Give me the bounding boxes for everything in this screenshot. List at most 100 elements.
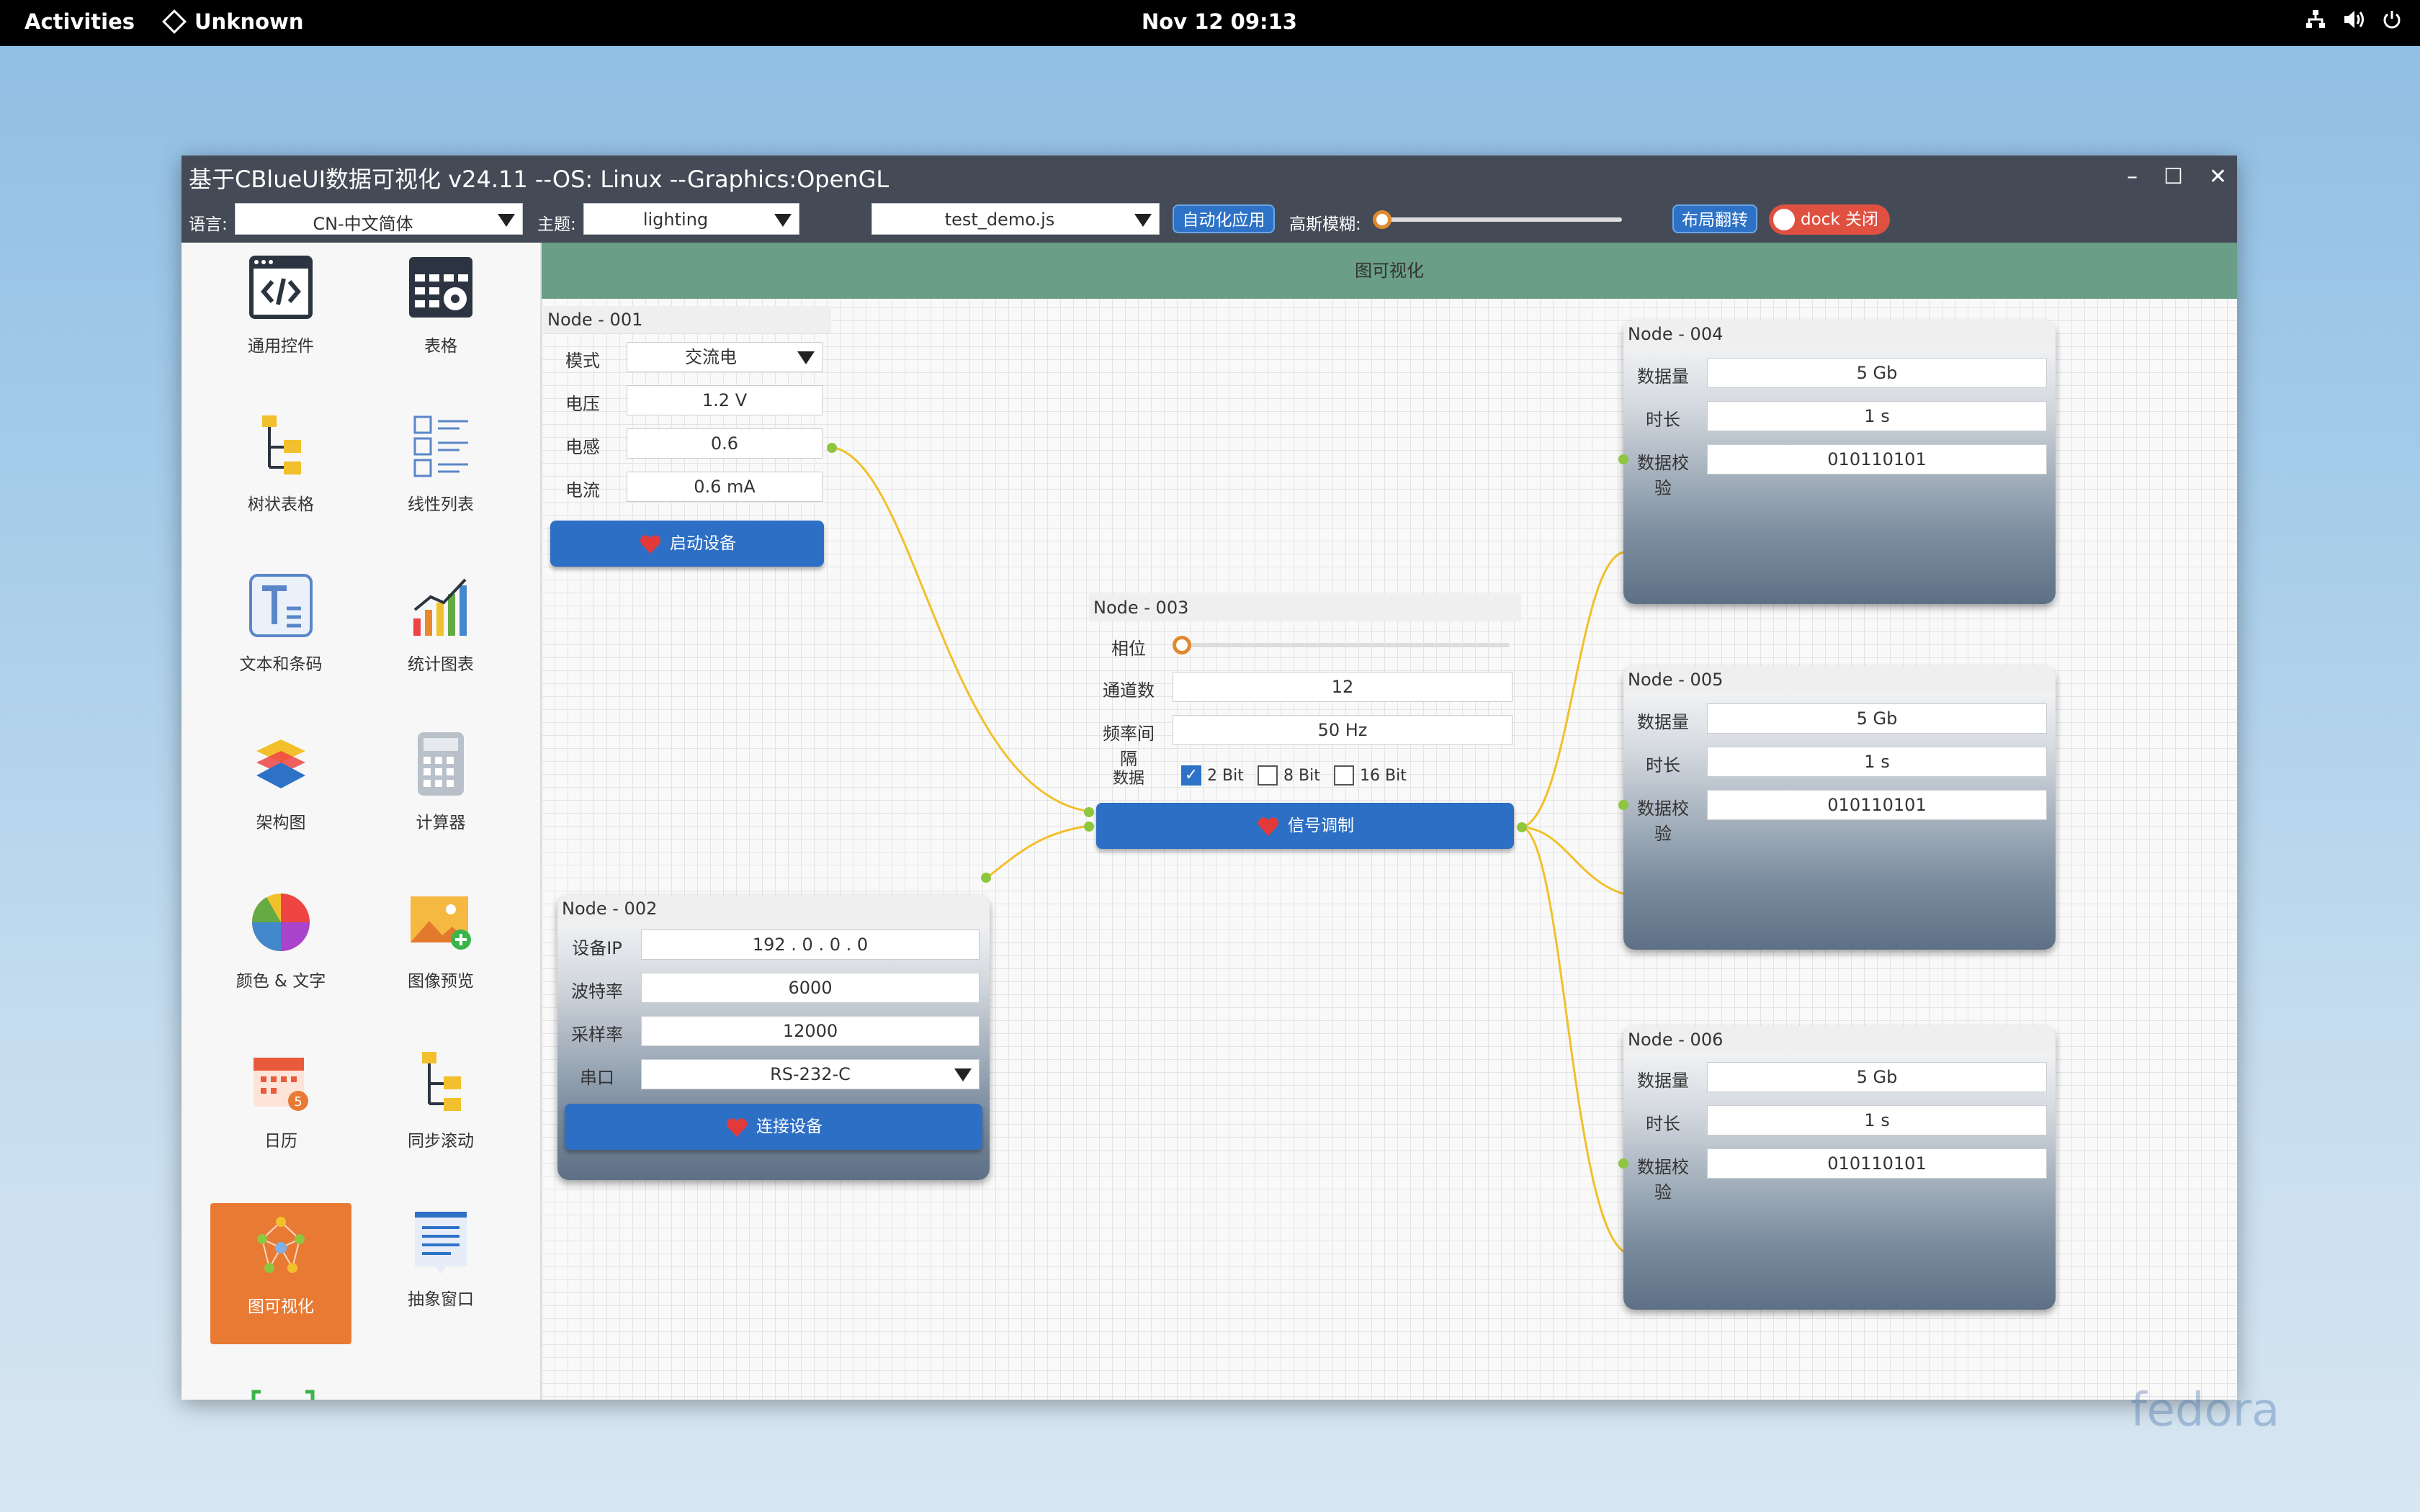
tree-table-icon bbox=[262, 415, 301, 474]
sidebar-item-statistics-chart[interactable]: 统计图表 bbox=[370, 561, 511, 702]
sidebar-item-tree-table[interactable]: 树状表格 bbox=[210, 401, 351, 542]
start-device-button[interactable]: 启动设备 bbox=[550, 521, 824, 567]
connect-device-button[interactable]: 连接设备 bbox=[565, 1104, 982, 1150]
duration-input[interactable]: 1 s bbox=[1707, 401, 2047, 431]
duration-input[interactable]: 1 s bbox=[1707, 747, 2047, 777]
input-port[interactable] bbox=[1618, 454, 1628, 464]
heart-icon bbox=[1258, 816, 1279, 836]
serial-port-select[interactable]: RS-232-C bbox=[641, 1059, 980, 1089]
node-row: 采样率 12000 bbox=[557, 1013, 990, 1048]
node-003[interactable]: Node - 003 相位 通道数 12 频率间隔 50 Hz 数据 ✓ 2 Bit … bbox=[1084, 594, 1527, 868]
node-title[interactable]: Node - 006 bbox=[1623, 1026, 2056, 1053]
checkbox-16bit[interactable] bbox=[1334, 765, 1354, 786]
node-title[interactable]: Node - 002 bbox=[557, 895, 990, 922]
output-port[interactable] bbox=[1517, 822, 1527, 832]
baud-rate-input[interactable]: 6000 bbox=[641, 973, 980, 1003]
title-bar[interactable]: 基于CBlueUI数据可视化 v24.11 --OS: Linux --Grap… bbox=[182, 156, 2237, 243]
maximize-button[interactable]: ☐ bbox=[2164, 164, 2183, 189]
script-select[interactable]: test_demo.js bbox=[871, 203, 1160, 235]
dock-toggle[interactable]: dock 关闭 bbox=[1769, 204, 1890, 235]
mode-select[interactable]: 交流电 bbox=[627, 342, 823, 372]
sidebar-item-common-controls[interactable]: 通用控件 bbox=[210, 243, 351, 384]
node-004[interactable]: Node - 004 数据量 5 Gb 时长 1 s 数据校验 010110101 bbox=[1618, 320, 2056, 604]
phase-slider-handle[interactable] bbox=[1173, 636, 1191, 654]
close-button[interactable]: ✕ bbox=[2209, 164, 2227, 189]
sidebar-item-linear-list[interactable]: 线性列表 bbox=[370, 401, 511, 542]
system-tray[interactable] bbox=[2305, 9, 2403, 30]
sidebar-item-label: 计算器 bbox=[416, 814, 466, 832]
sidebar-item-text-barcode[interactable]: 文本和条码 bbox=[210, 561, 351, 702]
link-003-006 bbox=[1522, 826, 1628, 1255]
graph-canvas[interactable]: 图可视化 Node - 001 模式 交流电 电压 1.2 V 电感 0.6 电流 0.… bbox=[542, 243, 2237, 1400]
duration-input[interactable]: 1 s bbox=[1707, 1105, 2047, 1135]
window-title: 基于CBlueUI数据可视化 v24.11 --OS: Linux --Grap… bbox=[189, 166, 889, 193]
node-title[interactable]: Node - 001 bbox=[543, 306, 831, 333]
checkbox-8bit[interactable] bbox=[1258, 765, 1278, 786]
node-title[interactable]: Node - 005 bbox=[1623, 666, 2056, 693]
device-ip-input[interactable]: 192 . 0 . 0 . 0 bbox=[641, 930, 980, 960]
checkbox-label: 8 Bit bbox=[1283, 767, 1320, 785]
link-001-003 bbox=[830, 446, 1090, 813]
blur-slider-handle[interactable] bbox=[1373, 210, 1392, 229]
auto-apply-button[interactable]: 自动化应用 bbox=[1173, 204, 1275, 233]
row-label: 相位 bbox=[1111, 639, 1146, 659]
button-label: 信号调制 bbox=[1288, 816, 1354, 835]
data-checksum-input[interactable]: 010110101 bbox=[1707, 1148, 2047, 1179]
sidebar-item-calculator[interactable]: 计算器 bbox=[370, 719, 511, 860]
sidebar-item-label: 表格 bbox=[424, 337, 457, 356]
input-port[interactable] bbox=[1084, 822, 1094, 832]
node-001[interactable]: Node - 001 模式 交流电 电压 1.2 V 电感 0.6 电流 0.6 mA … bbox=[543, 306, 837, 572]
sidebar-item-color-text[interactable]: 颜色 & 文字 bbox=[210, 878, 351, 1019]
data-checksum-input[interactable]: 010110101 bbox=[1707, 790, 2047, 820]
node-row: 串口 RS-232-C bbox=[557, 1056, 990, 1091]
current-input[interactable]: 0.6 mA bbox=[627, 472, 823, 502]
row-label: 时长 bbox=[1646, 1114, 1680, 1134]
sidebar-item-architecture[interactable]: 架构图 bbox=[210, 719, 351, 860]
language-select[interactable]: CN-中文简体 bbox=[235, 203, 523, 235]
output-port[interactable] bbox=[827, 443, 837, 453]
data-volume-input[interactable]: 5 Gb bbox=[1707, 703, 2047, 734]
layout-flip-button[interactable]: 布局翻转 bbox=[1672, 204, 1757, 233]
node-title[interactable]: Node - 003 bbox=[1089, 594, 1521, 621]
inductance-input[interactable]: 0.6 bbox=[627, 428, 823, 459]
minimize-button[interactable]: – bbox=[2127, 164, 2138, 189]
sidebar-item-table[interactable]: 表格 bbox=[370, 243, 511, 384]
sample-rate-input[interactable]: 12000 bbox=[641, 1016, 980, 1046]
node-002-output-port[interactable] bbox=[981, 873, 991, 883]
sidebar-item-graph-visualization[interactable]: 图可视化 bbox=[210, 1203, 351, 1344]
node-title[interactable]: Node - 004 bbox=[1623, 320, 2056, 348]
node-005[interactable]: Node - 005 数据量 5 Gb 时长 1 s 数据校验 010110101 bbox=[1618, 666, 2056, 950]
sidebar-item-abstract-window[interactable]: 抽象窗口 bbox=[370, 1196, 511, 1337]
activities-button[interactable]: Activities bbox=[24, 9, 135, 34]
button-label: 启动设备 bbox=[670, 534, 736, 553]
row-label: 采样率 bbox=[571, 1025, 623, 1045]
input-port[interactable] bbox=[1618, 1158, 1628, 1169]
node-002[interactable]: Node - 002 设备IP 192 . 0 . 0 . 0 波特率 6000 采… bbox=[557, 895, 990, 1180]
data-volume-input[interactable]: 5 Gb bbox=[1707, 358, 2047, 388]
chevron-down-icon bbox=[774, 214, 792, 227]
blur-slider-track[interactable] bbox=[1384, 217, 1622, 222]
voltage-input[interactable]: 1.2 V bbox=[627, 385, 823, 415]
sidebar-item-calendar[interactable]: 5 日历 bbox=[210, 1038, 351, 1179]
phase-slider-track[interactable] bbox=[1181, 643, 1510, 647]
theme-select[interactable]: lighting bbox=[583, 203, 799, 235]
input-port[interactable] bbox=[1084, 807, 1094, 817]
channel-count-input[interactable]: 12 bbox=[1173, 672, 1512, 702]
clock[interactable]: Nov 12 09:13 bbox=[1142, 9, 1297, 34]
sidebar-item-image-preview[interactable]: 图像预览 bbox=[370, 878, 511, 1019]
node-row: 相位 bbox=[1089, 627, 1521, 662]
node-006[interactable]: Node - 006 数据量 5 Gb 时长 1 s 数据校验 010110101 bbox=[1618, 1026, 2056, 1310]
data-volume-input[interactable]: 5 Gb bbox=[1707, 1062, 2047, 1092]
button-label: 连接设备 bbox=[756, 1117, 823, 1136]
frequency-interval-input[interactable]: 50 Hz bbox=[1173, 715, 1512, 745]
mode-value: 交流电 bbox=[685, 347, 737, 367]
app-menu[interactable]: Unknown bbox=[162, 9, 304, 34]
data-checksum-input[interactable]: 010110101 bbox=[1707, 444, 2047, 474]
checkbox-2bit[interactable]: ✓ bbox=[1181, 765, 1201, 786]
power-icon bbox=[2383, 11, 2401, 29]
signal-modulation-button[interactable]: 信号调制 bbox=[1096, 803, 1514, 849]
sync-scroll-icon bbox=[422, 1052, 461, 1111]
input-port[interactable] bbox=[1618, 800, 1628, 810]
row-label: 数据量 bbox=[1637, 712, 1689, 732]
sidebar-item-sync-scroll[interactable]: 同步滚动 bbox=[370, 1038, 511, 1179]
